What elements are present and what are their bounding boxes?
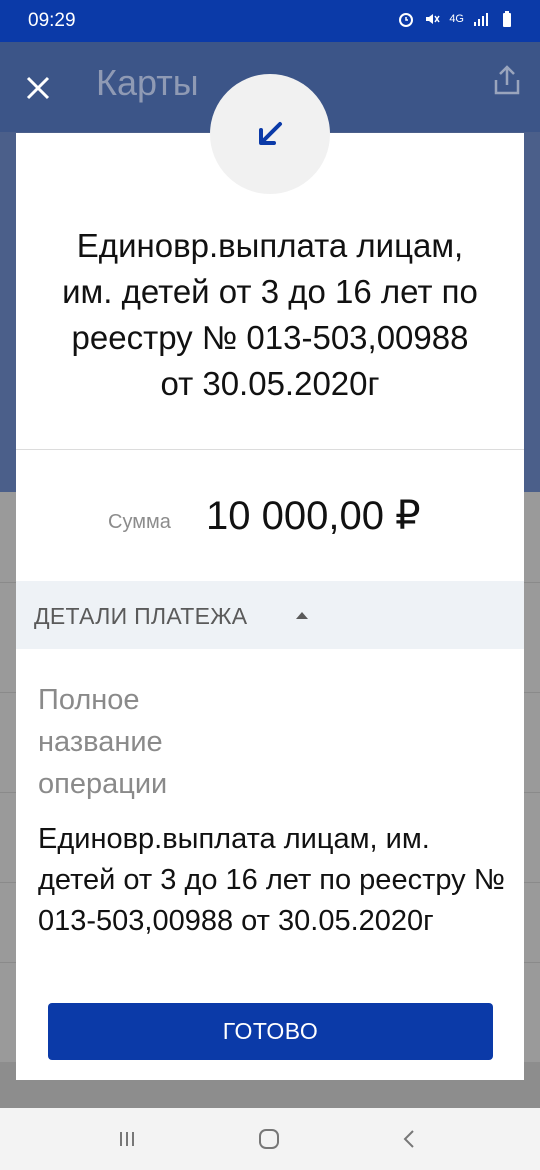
- arrow-down-left-icon: [259, 122, 282, 145]
- payment-details-toggle[interactable]: ДЕТАЛИ ПЛАТЕЖА: [16, 581, 524, 649]
- status-icons: 4G: [397, 10, 516, 28]
- network-type-label: 4G: [449, 13, 464, 25]
- recent-apps-icon[interactable]: [112, 1124, 142, 1154]
- back-icon[interactable]: [394, 1124, 424, 1154]
- status-time: 09:29: [28, 10, 76, 31]
- payment-details-label: ДЕТАЛИ ПЛАТЕЖА: [34, 603, 248, 629]
- close-icon[interactable]: [22, 72, 54, 104]
- status-bar: 09:29 4G: [0, 0, 540, 42]
- operation-details-modal: Единовр.выплата лицам, им. детей от 3 до…: [16, 133, 524, 1080]
- operation-title: Единовр.выплата лицам, им. детей от 3 до…: [62, 227, 478, 402]
- direction-badge: [210, 74, 330, 194]
- full-operation-name-value: Единовр.выплата лицам, им. детей от 3 до…: [38, 823, 505, 937]
- background-title: Карты: [96, 62, 199, 103]
- sum-value: 10 000,00 ₽: [206, 494, 421, 538]
- share-icon[interactable]: [492, 64, 522, 96]
- sum-label: Сумма: [108, 511, 171, 533]
- mute-icon: [426, 14, 440, 24]
- caret-up-icon: [296, 612, 308, 619]
- done-button[interactable]: ГОТОВО: [48, 1003, 493, 1060]
- full-operation-name-label: Полное название операции: [38, 684, 168, 800]
- alarm-icon: [399, 13, 414, 27]
- divider: [16, 449, 524, 450]
- signal-icon: [474, 13, 488, 26]
- navigation-bar: [0, 1108, 540, 1170]
- home-icon[interactable]: [254, 1124, 284, 1154]
- battery-icon: [503, 11, 511, 27]
